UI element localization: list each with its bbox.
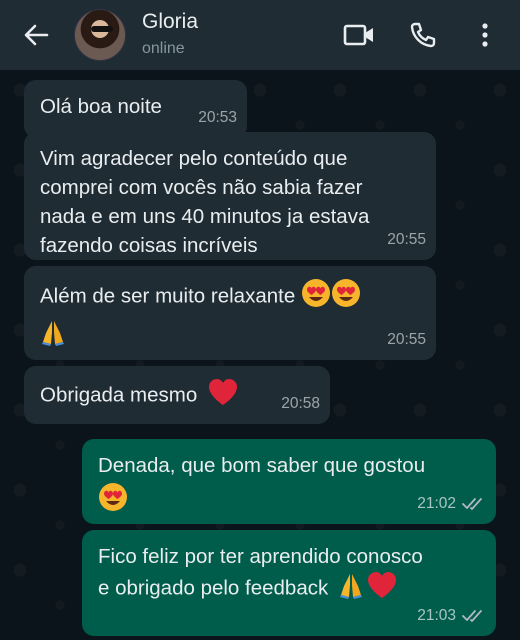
- header-actions: [340, 16, 504, 54]
- message-time: 20:55: [387, 231, 426, 248]
- folded-hands-emoji-icon: [40, 318, 66, 354]
- heart-eyes-emoji-icon: [98, 482, 128, 520]
- red-heart-emoji-icon: [366, 571, 398, 607]
- message-outgoing[interactable]: Fico feliz por ter aprendido conosco e o…: [82, 530, 496, 636]
- message-line: Vim agradecer pelo conteúdo que: [40, 147, 348, 170]
- contact-name: Gloria: [142, 10, 199, 33]
- message-incoming[interactable]: Olá boa noite 20:53: [24, 80, 247, 138]
- video-call-icon[interactable]: [340, 16, 378, 54]
- voice-call-icon[interactable]: [404, 16, 442, 54]
- message-line: e obrigado pelo feedback: [98, 576, 329, 600]
- message-time-row: 21:02: [417, 489, 484, 518]
- red-heart-emoji-icon: [207, 378, 239, 414]
- heart-eyes-emoji-icon: [331, 278, 361, 316]
- message-incoming[interactable]: Vim agradecer pelo conteúdo que comprei …: [24, 132, 436, 260]
- message-time: 20:58: [281, 395, 320, 412]
- message-time: 21:02: [417, 495, 456, 512]
- back-arrow-icon[interactable]: [18, 17, 54, 53]
- message-line: nada e em uns 40 minutos ja estava: [40, 205, 370, 228]
- more-options-icon[interactable]: [466, 16, 504, 54]
- message-line: fazendo coisas incríveis: [40, 234, 258, 257]
- double-check-icon: [462, 497, 484, 511]
- contact-status: online: [142, 40, 185, 57]
- message-text: Olá boa noite: [40, 95, 162, 118]
- chat-header: Gloria online: [0, 0, 520, 70]
- message-line: Fico feliz por ter aprendido conosco: [98, 545, 423, 568]
- message-text: Além de ser muito relaxante: [40, 284, 296, 308]
- message-incoming[interactable]: Obrigada mesmo 20:58: [24, 366, 330, 424]
- folded-hands-emoji-icon: [338, 571, 364, 607]
- double-check-icon: [462, 609, 484, 623]
- message-text: Obrigada mesmo: [40, 383, 198, 407]
- message-time: 21:03: [417, 607, 456, 624]
- contact-info[interactable]: Gloria online: [142, 10, 198, 60]
- heart-eyes-emoji-icon: [301, 278, 331, 316]
- message-time: 20:55: [387, 331, 426, 348]
- message-text: Denada, que bom saber que gostou: [98, 454, 426, 477]
- message-line: comprei com vocês não sabia fazer: [40, 176, 363, 199]
- message-time: 20:53: [198, 109, 237, 126]
- message-incoming[interactable]: Além de ser muito relaxante 20:55: [24, 266, 436, 360]
- chat-area[interactable]: Olá boa noite 20:53 Vim agradecer pelo c…: [0, 70, 520, 640]
- avatar[interactable]: [74, 9, 126, 61]
- message-outgoing[interactable]: Denada, que bom saber que gostou 21:02: [82, 439, 496, 524]
- message-time-row: 21:03: [417, 601, 484, 630]
